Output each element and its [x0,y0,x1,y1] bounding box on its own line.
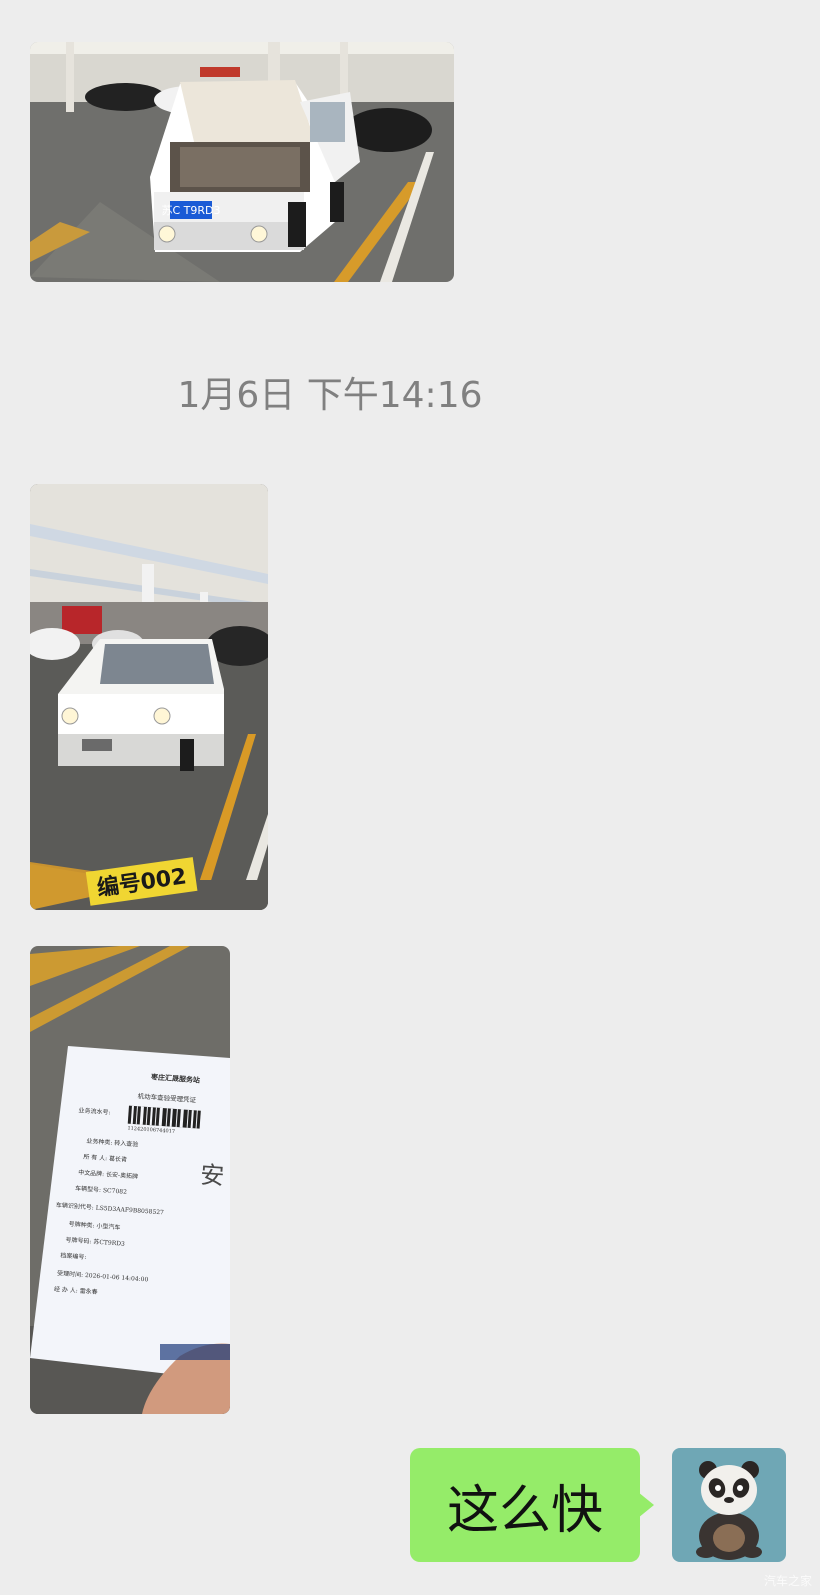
car-lot-image: 编号002 [30,484,268,910]
watermark: 汽车之家 [763,1574,812,1588]
car-engine-image: 苏C T9RD3 [30,42,454,282]
car-engine-photo[interactable]: 苏C T9RD3 [30,42,454,282]
receipt-photo[interactable]: 枣庄汇晟服务站 机动车查验受理凭证 业务流水号: 112420106744017… [30,946,230,1414]
chat-timestamp: 1月6日 下午14:16 [177,375,483,416]
message-bubble[interactable]: 这么快 [410,1448,640,1562]
license-plate: 苏C T9RD3 [161,204,220,217]
panda-avatar-icon [672,1448,786,1562]
car-lot-photo[interactable]: 编号002 [30,484,268,910]
receipt-image: 枣庄汇晟服务站 机动车查验受理凭证 业务流水号: 112420106744017… [30,946,230,1414]
handwritten-mark: 安 [199,1161,225,1191]
avatar[interactable] [672,1448,786,1562]
message-bubble-tail [638,1492,654,1518]
